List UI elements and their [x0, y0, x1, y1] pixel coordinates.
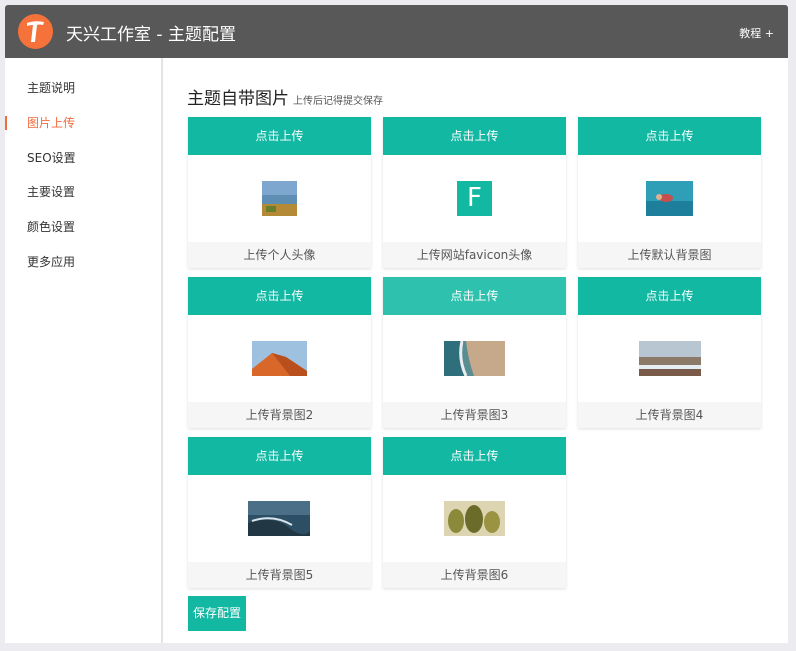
upload-button[interactable]: 点击上传 — [383, 277, 566, 315]
background-4-thumbnail — [639, 341, 701, 376]
top-header: 天兴工作室 - 主题配置 教程 + — [5, 5, 788, 58]
sidebar-item-main-settings[interactable]: 主要设置 — [5, 182, 161, 202]
favicon-thumbnail: F — [457, 181, 492, 216]
upload-card-background-2: 点击上传 上传背景图2 — [188, 277, 371, 428]
upload-card-background-6: 点击上传 上传背景图6 — [383, 437, 566, 588]
card-caption: 上传背景图3 — [383, 402, 566, 428]
upload-card-avatar: 点击上传 上传个人头像 — [188, 117, 371, 268]
section-title: 主题自带图片 上传后记得提交保存 — [187, 84, 383, 109]
sidebar-item-more-apps[interactable]: 更多应用 — [5, 252, 161, 272]
tutorial-link[interactable]: 教程 + — [739, 25, 774, 41]
upload-button[interactable]: 点击上传 — [383, 117, 566, 155]
upload-card-background-4: 点击上传 上传背景图4 — [578, 277, 761, 428]
upload-button[interactable]: 点击上传 — [578, 277, 761, 315]
avatar-thumbnail — [262, 181, 297, 216]
sidebar: 主题说明 图片上传 SEO设置 主要设置 颜色设置 更多应用 — [5, 58, 163, 643]
sidebar-item-image-upload[interactable]: 图片上传 — [5, 113, 161, 133]
default-background-thumbnail — [646, 181, 693, 216]
card-caption: 上传背景图6 — [383, 562, 566, 588]
card-caption: 上传默认背景图 — [578, 242, 761, 268]
background-6-thumbnail — [444, 501, 505, 536]
app-title: 天兴工作室 - 主题配置 — [66, 25, 236, 45]
card-caption: 上传个人头像 — [188, 242, 371, 268]
upload-card-favicon: 点击上传 F 上传网站favicon头像 — [383, 117, 566, 268]
sidebar-item-color-settings[interactable]: 颜色设置 — [5, 217, 161, 237]
card-caption: 上传背景图4 — [578, 402, 761, 428]
upload-button[interactable]: 点击上传 — [383, 437, 566, 475]
studio-logo-icon[interactable] — [18, 14, 53, 49]
sidebar-item-theme-intro[interactable]: 主题说明 — [5, 78, 161, 98]
background-3-thumbnail — [444, 341, 505, 376]
upload-card-background-3: 点击上传 上传背景图3 — [383, 277, 566, 428]
upload-card-default-background: 点击上传 上传默认背景图 — [578, 117, 761, 268]
upload-button[interactable]: 点击上传 — [188, 117, 371, 155]
upload-card-background-5: 点击上传 上传背景图5 — [188, 437, 371, 588]
card-caption: 上传网站favicon头像 — [383, 242, 566, 268]
section-title-text: 主题自带图片 — [187, 89, 289, 109]
background-2-thumbnail — [252, 341, 307, 376]
sidebar-item-seo-settings[interactable]: SEO设置 — [5, 148, 161, 168]
section-subtitle: 上传后记得提交保存 — [293, 96, 383, 107]
main-content: 主题自带图片 上传后记得提交保存 点击上传 上传个人头像 点击上传 F 上传网站f… — [163, 58, 788, 643]
card-caption: 上传背景图5 — [188, 562, 371, 588]
upload-button[interactable]: 点击上传 — [578, 117, 761, 155]
card-caption: 上传背景图2 — [188, 402, 371, 428]
save-config-button[interactable]: 保存配置 — [188, 596, 246, 631]
upload-button[interactable]: 点击上传 — [188, 437, 371, 475]
upload-button[interactable]: 点击上传 — [188, 277, 371, 315]
background-5-thumbnail — [248, 501, 310, 536]
